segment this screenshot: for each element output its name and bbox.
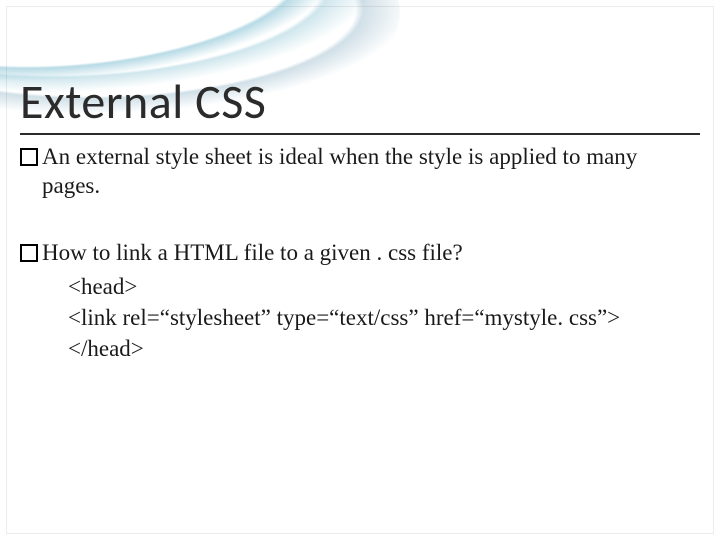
bullet-text: An external style sheet is ideal when th…: [42, 143, 700, 201]
title-underline: [20, 133, 700, 135]
code-line: <head>: [68, 271, 700, 302]
code-line: </head>: [68, 333, 700, 364]
code-line: <link rel=“stylesheet” type=“text/css” h…: [68, 302, 700, 333]
bullet-text: How to link a HTML file to a given . css…: [42, 239, 700, 268]
slide-content: External CSS An external style sheet is …: [20, 72, 700, 364]
square-bullet-icon: [20, 148, 38, 166]
slide-body: An external style sheet is ideal when th…: [20, 143, 700, 364]
slide-title: External CSS: [20, 72, 700, 131]
square-bullet-icon: [20, 244, 38, 262]
bullet-item: An external style sheet is ideal when th…: [20, 143, 700, 201]
bullet-item: How to link a HTML file to a given . css…: [20, 239, 700, 268]
code-example: <head> <link rel=“stylesheet” type=“text…: [68, 271, 700, 364]
